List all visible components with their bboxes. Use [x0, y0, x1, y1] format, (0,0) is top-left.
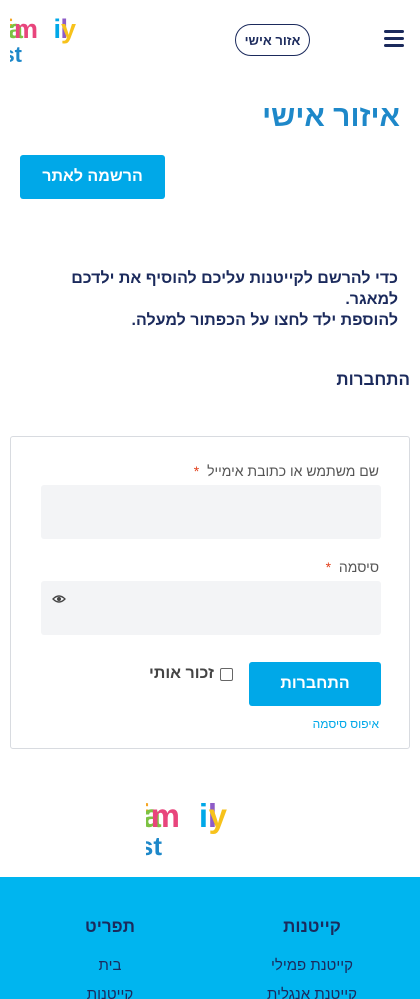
svg-text:i: i	[199, 797, 208, 834]
info-line-1: כדי להרשם לקייטנות עליכם להוסיף את ילדכם…	[71, 270, 398, 308]
page-title: איזור אישי	[262, 100, 400, 133]
footer-link[interactable]: בית	[60, 951, 160, 980]
password-input[interactable]	[41, 581, 381, 635]
svg-text:first: first	[10, 42, 23, 66]
site-footer: קייטנות קייטנת פמילי קייטנת אנגלית תפריט…	[0, 877, 420, 999]
remember-me-checkbox[interactable]	[219, 667, 233, 681]
footer-link[interactable]: קייטנות	[60, 980, 160, 999]
family-first-logo[interactable]: f a m i l y first	[10, 12, 114, 66]
svg-text:m: m	[151, 797, 180, 834]
remember-me[interactable]: זכור אותי	[149, 665, 233, 683]
remember-me-label: זכור אותי	[149, 665, 214, 682]
footer-column-menu: תפריט בית קייטנות	[60, 917, 160, 999]
register-button[interactable]: הרשמה לאתר	[20, 155, 165, 199]
svg-text:y: y	[61, 14, 76, 44]
svg-text:first: first	[146, 831, 162, 859]
footer-column-camps: קייטנות קייטנת פמילי קייטנת אנגלית	[252, 917, 372, 999]
footer-column-title: תפריט	[85, 917, 135, 936]
footer-link[interactable]: קייטנת פמילי	[252, 951, 372, 980]
login-form: שם משתמש או כתובת אימייל * סיסמה * התחבר…	[10, 436, 410, 749]
footer-logo[interactable]: f a m i l y first	[146, 795, 276, 859]
password-label: סיסמה *	[325, 559, 379, 575]
required-mark: *	[325, 559, 332, 575]
footer-column-title: קייטנות	[283, 917, 341, 936]
hamburger-menu-icon[interactable]	[384, 30, 404, 48]
username-label: שם משתמש או כתובת אימייל *	[193, 463, 379, 479]
login-submit-button[interactable]: התחברות	[249, 662, 381, 706]
page-root: אזור אישי f a m i l y first איזור אישי ה…	[0, 0, 420, 999]
lost-password-link[interactable]: איפוס סיסמה	[313, 717, 379, 731]
personal-area-button[interactable]: אזור אישי	[235, 24, 310, 56]
footer-link[interactable]: קייטנת אנגלית	[252, 980, 372, 999]
required-mark: *	[193, 463, 200, 479]
site-header: אזור אישי f a m i l y first	[0, 0, 420, 82]
svg-text:y: y	[209, 797, 228, 834]
username-input[interactable]	[41, 485, 381, 539]
svg-text:m: m	[14, 14, 38, 44]
info-text: כדי להרשם לקייטנות עליכם להוסיף את ילדכם…	[18, 268, 398, 331]
show-password-eye-icon[interactable]	[52, 594, 66, 604]
login-heading: התחברות	[336, 370, 410, 389]
info-line-2: להוספת ילד לחצו על הכפתור למעלה.	[131, 312, 398, 329]
